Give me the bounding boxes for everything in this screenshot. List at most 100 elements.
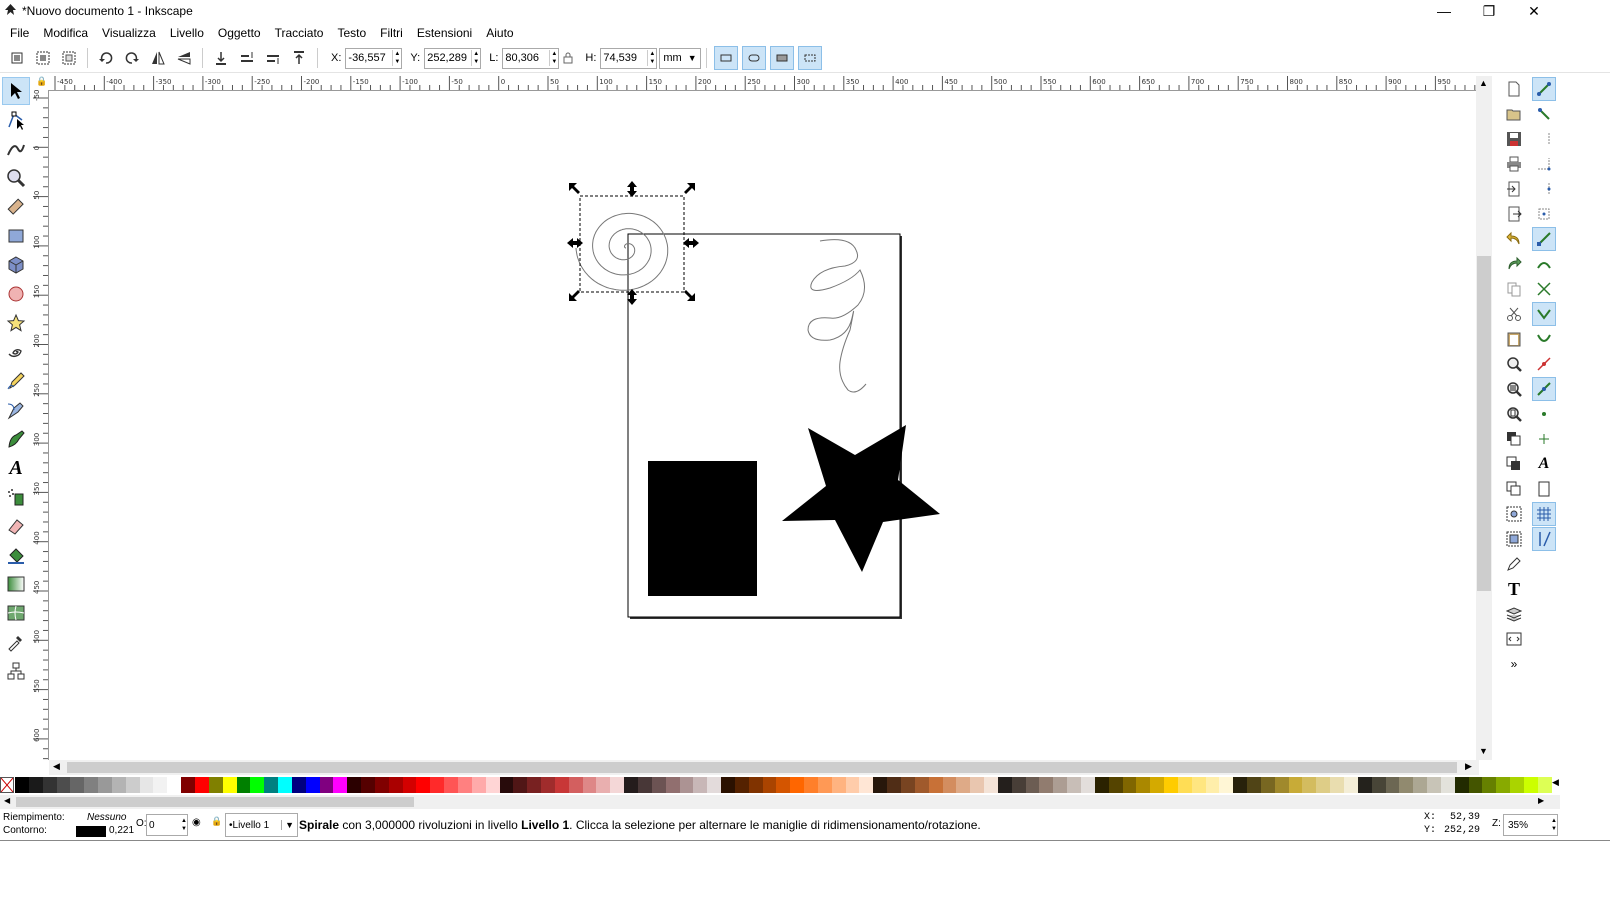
color-swatch[interactable]	[361, 777, 375, 793]
color-swatch[interactable]	[513, 777, 528, 793]
snap-grid-icon[interactable]	[1532, 502, 1556, 526]
layer-select[interactable]: •Livello 1 ▼	[225, 813, 298, 837]
spiral-tool-icon[interactable]	[2, 338, 30, 366]
copy-icon[interactable]	[1502, 277, 1526, 301]
spin-arrows-icon[interactable]: ▲ ▼	[471, 50, 480, 66]
color-swatch[interactable]	[236, 777, 251, 793]
export-icon[interactable]	[1502, 202, 1526, 226]
menu-aiuto[interactable]: Aiuto	[479, 26, 520, 40]
x-input[interactable]	[346, 49, 393, 67]
menu-visualizza[interactable]: Visualizza	[95, 26, 163, 40]
color-swatch[interactable]	[167, 777, 182, 793]
color-swatch[interactable]	[98, 777, 112, 793]
color-swatch[interactable]	[70, 777, 85, 793]
height-input[interactable]	[601, 49, 648, 67]
color-swatch[interactable]	[596, 777, 611, 793]
color-swatch[interactable]	[1260, 777, 1275, 793]
color-swatch[interactable]	[333, 777, 348, 793]
color-swatch[interactable]	[1164, 777, 1178, 793]
lock-icon[interactable]	[561, 47, 575, 69]
color-swatch[interactable]	[776, 777, 791, 793]
lower-icon[interactable]	[236, 47, 258, 69]
color-swatch[interactable]	[1247, 777, 1261, 793]
ellipse-tool-icon[interactable]	[2, 280, 30, 308]
ungroup-icon[interactable]	[1502, 527, 1526, 551]
color-swatch[interactable]	[84, 777, 99, 793]
color-swatch[interactable]	[1067, 777, 1081, 793]
color-swatch[interactable]	[914, 777, 929, 793]
flip-horizontal-icon[interactable]	[147, 47, 169, 69]
print-icon[interactable]	[1502, 152, 1526, 176]
color-swatch[interactable]	[1233, 777, 1248, 793]
duplicate-icon[interactable]	[1502, 427, 1526, 451]
color-swatch[interactable]	[1371, 777, 1386, 793]
scroll-left-icon[interactable]: ◀	[53, 761, 60, 772]
color-swatch[interactable]	[1191, 777, 1206, 793]
undo-icon[interactable]	[1502, 227, 1526, 251]
snap-bbox-corner-icon[interactable]	[1532, 152, 1556, 176]
color-swatch[interactable]	[762, 777, 777, 793]
pencil-tool-icon[interactable]	[2, 367, 30, 395]
color-swatch[interactable]	[471, 777, 486, 793]
unit-select[interactable]: mm ▼	[659, 47, 701, 69]
scale-gradients-icon[interactable]	[769, 46, 794, 70]
snap-others-icon[interactable]	[1532, 377, 1556, 401]
color-swatch[interactable]	[554, 777, 569, 793]
color-swatch[interactable]	[319, 777, 334, 793]
group-icon[interactable]	[1502, 502, 1526, 526]
color-swatch[interactable]	[305, 777, 320, 793]
menu-estensioni[interactable]: Estensioni	[410, 26, 479, 40]
horizontal-scrollbar[interactable]: ◀ ▶	[49, 760, 1479, 775]
color-swatch[interactable]	[1094, 777, 1109, 793]
color-swatch[interactable]	[568, 777, 583, 793]
spin-arrows-icon[interactable]: ▲ ▼	[1551, 817, 1557, 833]
snap-bbox-edge-icon[interactable]	[1532, 127, 1556, 151]
color-swatch[interactable]	[444, 777, 458, 793]
color-swatch[interactable]	[1482, 777, 1497, 793]
cut-icon[interactable]	[1502, 302, 1526, 326]
color-swatch[interactable]	[347, 777, 362, 793]
more-icon[interactable]: »	[1502, 652, 1526, 676]
color-swatch[interactable]	[984, 777, 998, 793]
color-swatch[interactable]	[665, 777, 680, 793]
new-document-icon[interactable]	[1502, 77, 1526, 101]
scroll-right-icon[interactable]: ▶	[1465, 761, 1472, 772]
vertical-ruler[interactable]: -50 0 50 100 150 200 250 300 350 400 450 500 550 600	[33, 90, 49, 760]
calligraphy-tool-icon[interactable]	[2, 425, 30, 453]
scale-corners-icon[interactable]	[741, 46, 766, 70]
snap-paths-icon[interactable]	[1532, 252, 1556, 276]
text-tool-icon[interactable]: A	[2, 454, 30, 482]
palette-scroll-thumb[interactable]	[16, 797, 414, 807]
color-swatch[interactable]	[942, 777, 957, 793]
stroke-width[interactable]: 0,221	[109, 825, 134, 836]
color-swatch[interactable]	[458, 777, 472, 793]
color-swatch[interactable]	[734, 777, 749, 793]
color-swatch[interactable]	[1150, 777, 1165, 793]
opacity-value[interactable]: 0	[147, 820, 181, 831]
color-swatch[interactable]	[831, 777, 846, 793]
color-swatch[interactable]	[956, 777, 971, 793]
color-swatch[interactable]	[1039, 777, 1054, 793]
color-swatch[interactable]	[1122, 777, 1137, 793]
color-swatch[interactable]	[222, 777, 237, 793]
color-swatch[interactable]	[707, 777, 722, 793]
3d-box-tool-icon[interactable]	[2, 251, 30, 279]
clone-icon[interactable]	[1502, 452, 1526, 476]
color-swatch[interactable]	[278, 777, 292, 793]
color-swatch[interactable]	[264, 777, 279, 793]
paint-bucket-tool-icon[interactable]	[2, 541, 30, 569]
color-swatch[interactable]	[153, 777, 168, 793]
snap-cusp-icon[interactable]	[1532, 302, 1556, 326]
color-swatch[interactable]	[1496, 777, 1511, 793]
color-swatch[interactable]	[388, 777, 403, 793]
fill-value[interactable]: Nessuno	[87, 812, 126, 823]
height-spinbox[interactable]: ▲▼	[600, 47, 658, 69]
select-all-icon[interactable]	[6, 47, 28, 69]
color-swatch[interactable]	[624, 777, 638, 793]
redo-icon[interactable]	[1502, 252, 1526, 276]
fill-stroke-icon[interactable]	[1502, 552, 1526, 576]
color-swatch[interactable]	[887, 777, 901, 793]
color-swatch[interactable]	[291, 777, 306, 793]
color-swatch[interactable]	[1440, 777, 1455, 793]
color-swatch[interactable]	[1537, 777, 1552, 793]
